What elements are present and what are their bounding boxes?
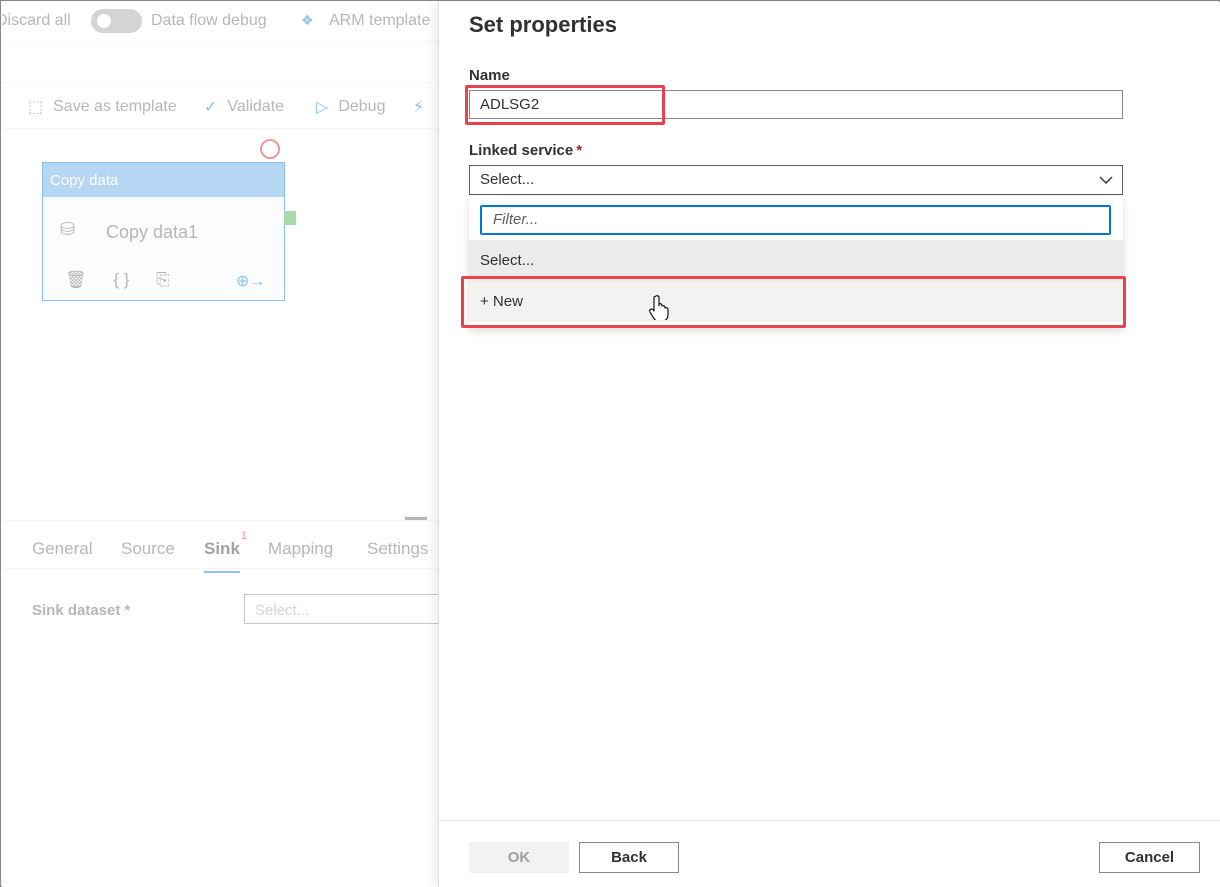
success-connector-handle[interactable]	[284, 211, 296, 225]
code-icon[interactable]: { }	[113, 270, 129, 289]
set-properties-panel: Set properties Name ADLSG2 Linked servic…	[438, 2, 1220, 887]
copy-icon[interactable]: ⎘	[156, 270, 170, 289]
linked-service-dropdown[interactable]: Select...	[469, 165, 1123, 195]
panel-title: Set properties	[469, 12, 617, 37]
tab-sink[interactable]: Sink	[204, 539, 240, 573]
option-select[interactable]: Select...	[469, 240, 1123, 281]
trigger-button[interactable]: ⚡	[413, 97, 434, 117]
name-label: Name	[469, 67, 510, 84]
arm-template-button[interactable]: ARM template	[329, 12, 430, 30]
sink-dataset-label: Sink dataset *	[32, 602, 131, 619]
tab-source[interactable]: Source	[121, 539, 175, 559]
top-command-bar: Discard all Data flow debug ❖ ARM templa…	[2, 2, 438, 42]
save-template-icon: ⬚	[28, 99, 44, 116]
arm-template-icon: ❖	[301, 12, 314, 28]
chevron-down-icon	[1099, 176, 1113, 184]
name-highlight-box	[465, 85, 665, 125]
data-flow-debug-label: Data flow debug	[151, 12, 267, 29]
linked-service-label: Linked service *	[469, 142, 582, 159]
error-indicator-icon	[260, 139, 280, 159]
activity-actions: 🗑︎ { } ⎘	[65, 270, 192, 290]
new-option-highlight-box	[461, 276, 1126, 328]
delete-icon[interactable]: 🗑︎	[65, 270, 87, 289]
properties-tabs: General Source Sink 1 Mapping Settings	[2, 520, 438, 573]
play-icon: ▷	[316, 99, 329, 116]
pipeline-toolbar: ⬚ Save as template ✓ Validate ▷ Debug ⚡	[2, 82, 438, 129]
cancel-button[interactable]: Cancel	[1099, 842, 1200, 873]
tab-settings[interactable]: Settings	[367, 539, 428, 559]
back-button[interactable]: Back	[579, 842, 679, 873]
tab-mapping[interactable]: Mapping	[268, 539, 333, 559]
tab-general[interactable]: General	[32, 539, 92, 559]
hand-pointer-icon	[649, 295, 669, 320]
debug-label: Debug	[338, 98, 386, 115]
validate-label: Validate	[227, 98, 285, 115]
pipeline-canvas-area: Discard all Data flow debug ❖ ARM templa…	[2, 2, 438, 887]
add-output-icon[interactable]: ⊕→	[236, 271, 265, 291]
activity-name: Copy data1	[106, 222, 199, 242]
copy-data-activity[interactable]: Copy data ⛁ Copy data1 🗑︎ { } ⎘ ⊕→	[42, 162, 285, 301]
debug-button[interactable]: ▷ Debug	[316, 97, 385, 117]
sink-dataset-select[interactable]: Select...	[244, 594, 438, 624]
checkmark-icon: ✓	[204, 99, 218, 116]
validate-button[interactable]: ✓ Validate	[204, 97, 284, 117]
sink-error-badge: 1	[241, 530, 248, 542]
filter-input[interactable]: Filter...	[480, 205, 1111, 235]
modal-overlay	[2, 2, 438, 887]
ok-button[interactable]: OK	[469, 842, 569, 873]
database-icon: ⛁	[60, 219, 76, 239]
activity-header: Copy data	[43, 163, 284, 197]
required-mark: *	[576, 142, 583, 159]
linked-service-value: Select...	[480, 171, 535, 188]
data-flow-debug-toggle[interactable]	[91, 9, 142, 33]
linked-service-label-text: Linked service	[469, 142, 574, 159]
panel-footer: OK Back Cancel	[439, 820, 1220, 887]
lightning-icon: ⚡	[413, 99, 425, 116]
save-as-template-button[interactable]: ⬚ Save as template	[28, 97, 177, 117]
discard-all-button[interactable]: Discard all	[2, 12, 71, 30]
save-as-template-label: Save as template	[53, 98, 177, 115]
